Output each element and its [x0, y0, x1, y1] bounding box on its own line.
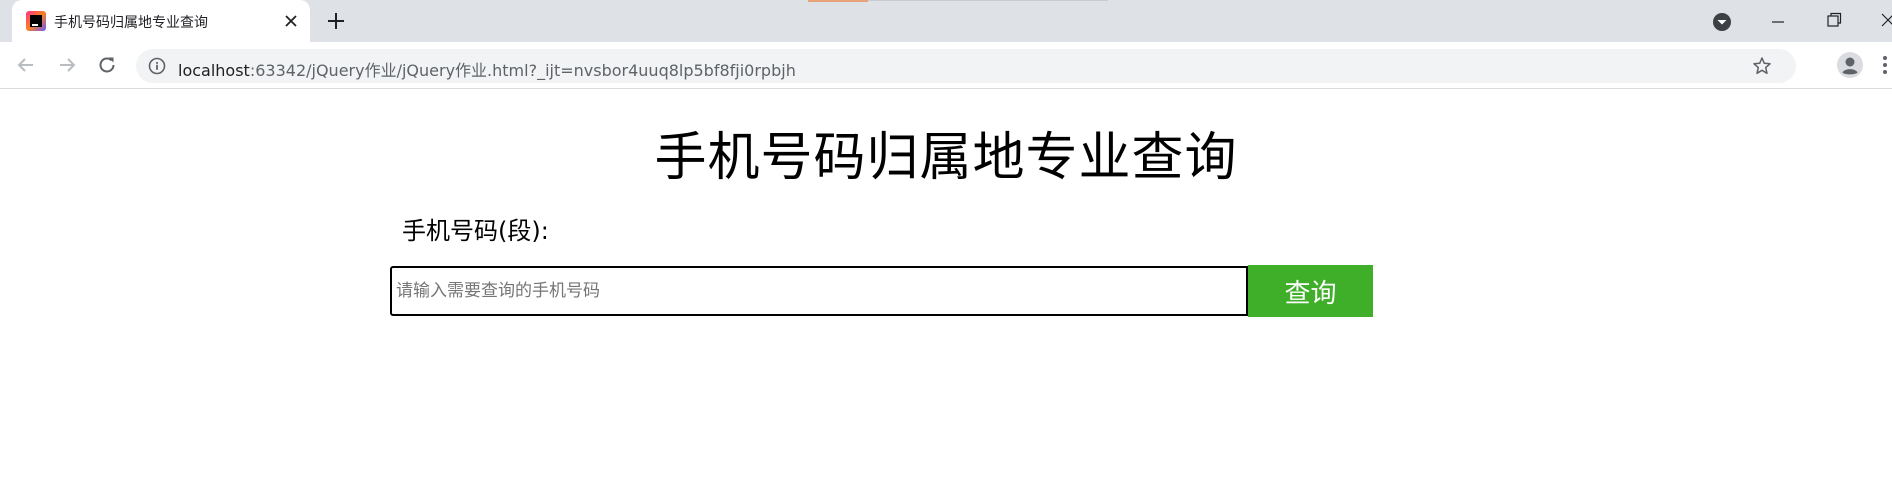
tab-search-chevron-down-icon[interactable]: [1712, 12, 1732, 32]
kebab-menu-icon[interactable]: [1880, 54, 1890, 76]
info-icon[interactable]: [148, 57, 166, 75]
close-icon[interactable]: [282, 12, 300, 30]
window-restore-icon[interactable]: [1824, 10, 1844, 30]
arrow-left-icon[interactable]: [14, 53, 38, 77]
address-bar[interactable]: localhost:63342/jQuery作业/jQuery作业.html?_…: [136, 49, 1796, 83]
browser-tab[interactable]: 手机号码归属地专业查询: [12, 0, 310, 42]
url-text[interactable]: localhost:63342/jQuery作业/jQuery作业.html?_…: [178, 57, 796, 81]
page-title: 手机号码归属地专业查询: [654, 128, 1238, 188]
tab-title: 手机号码归属地专业查询: [54, 15, 208, 31]
webstorm-favicon-icon: [26, 11, 46, 31]
tab-divider: [808, 0, 868, 2]
tab-strip: 手机号码归属地专业查询: [0, 0, 1892, 42]
reload-icon[interactable]: [95, 53, 119, 77]
arrow-right-icon[interactable]: [55, 53, 79, 77]
new-tab-plus-icon[interactable]: [325, 10, 347, 32]
star-icon[interactable]: [1752, 56, 1772, 76]
phone-number-input[interactable]: [390, 266, 1248, 316]
page-content: 手机号码归属地专业查询 手机号码(段): 查询: [0, 89, 1892, 497]
url-path: :63342/jQuery作业/jQuery作业.html?_ijt=nvsbo…: [249, 61, 796, 80]
query-button[interactable]: 查询: [1248, 265, 1373, 317]
tab-divider: [868, 0, 1108, 1]
phone-number-label: 手机号码(段):: [402, 217, 549, 245]
browser-toolbar: localhost:63342/jQuery作业/jQuery作业.html?_…: [0, 42, 1892, 89]
window-minimize-icon[interactable]: [1768, 12, 1788, 32]
window-close-icon[interactable]: [1878, 10, 1892, 30]
url-host: localhost: [178, 61, 250, 80]
profile-icon[interactable]: [1836, 51, 1864, 79]
